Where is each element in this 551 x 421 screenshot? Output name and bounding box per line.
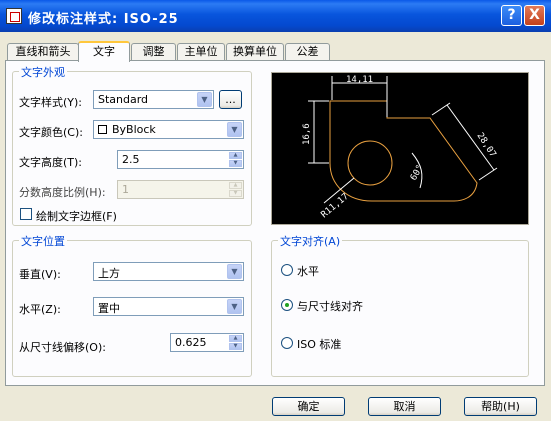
offset-spinner[interactable]: ▲ ▼	[229, 335, 242, 350]
dim-angle-text: 60°	[409, 163, 426, 182]
browse-text-style-button[interactable]: ...	[219, 90, 242, 109]
text-style-label: 文字样式(Y):	[19, 96, 83, 109]
vertical-select[interactable]: 上方 ▼	[93, 262, 244, 281]
text-placement-title: 文字位置	[19, 233, 67, 249]
fraction-scale-value: 1	[122, 183, 129, 196]
vertical-label: 垂直(V):	[19, 268, 61, 281]
tab-lines-arrows[interactable]: 直线和箭头	[7, 43, 79, 60]
tab-alternate-units[interactable]: 换算单位	[226, 43, 284, 60]
dim-right-text: 28,07	[474, 131, 497, 159]
tab-tolerances[interactable]: 公差	[285, 43, 330, 60]
tab-text[interactable]: 文字	[78, 41, 130, 62]
text-appearance-title: 文字外观	[19, 64, 67, 80]
help-icon[interactable]: ?	[501, 5, 522, 26]
text-color-label: 文字颜色(C):	[19, 126, 83, 139]
cancel-button[interactable]: 取消	[368, 397, 441, 416]
text-height-input[interactable]: 2.5 ▲ ▼	[117, 150, 244, 169]
horizontal-value: 置中	[98, 302, 120, 315]
text-alignment-title: 文字对齐(A)	[278, 233, 343, 249]
draw-frame-label[interactable]: 绘制文字边框(F)	[36, 208, 117, 224]
text-height-spinner[interactable]: ▲ ▼	[229, 152, 242, 167]
tab-primary-units[interactable]: 主单位	[177, 43, 225, 60]
tab-fit[interactable]: 调整	[131, 43, 176, 60]
horizontal-select[interactable]: 置中 ▼	[93, 297, 244, 316]
align-horizontal-radio[interactable]	[281, 264, 293, 276]
chevron-down-icon[interactable]: ▼	[227, 264, 242, 279]
align-with-dimline-radio[interactable]	[281, 299, 293, 311]
draw-frame-checkbox[interactable]	[20, 208, 32, 220]
ok-button[interactable]: 确定	[272, 397, 345, 416]
chevron-down-icon[interactable]: ▼	[197, 92, 212, 107]
title-bar[interactable]: 修改标注样式: ISO-25 ? X	[0, 0, 551, 32]
text-height-label: 文字高度(T):	[19, 156, 83, 169]
align-horizontal-label[interactable]: 水平	[297, 263, 319, 279]
vertical-value: 上方	[98, 267, 120, 280]
dim-top-text: 14,11	[346, 75, 373, 85]
text-style-select[interactable]: Standard ▼	[93, 90, 214, 109]
align-iso-label[interactable]: ISO 标准	[297, 336, 341, 352]
text-style-value: Standard	[98, 93, 149, 106]
align-iso-radio[interactable]	[281, 337, 293, 349]
chevron-down-icon[interactable]: ▼	[227, 299, 242, 314]
offset-value: 0.625	[175, 336, 207, 349]
window-title: 修改标注样式: ISO-25	[28, 12, 179, 27]
app-icon	[6, 8, 22, 24]
offset-label: 从尺寸线偏移(O):	[19, 341, 106, 354]
fraction-scale-spinner: ▲ ▼	[229, 182, 242, 197]
dimension-preview: 14,11 16,6 28,07 60° R11,17	[271, 72, 529, 225]
dim-left-text: 16,6	[302, 123, 312, 145]
align-with-dimline-label[interactable]: 与尺寸线对齐	[297, 298, 363, 314]
text-color-value: ByBlock	[112, 123, 156, 136]
fraction-scale-input: 1 ▲ ▼	[117, 180, 244, 199]
offset-input[interactable]: 0.625 ▲ ▼	[170, 333, 244, 352]
chevron-down-icon[interactable]: ▼	[227, 122, 242, 137]
help-button[interactable]: 帮助(H)	[464, 397, 537, 416]
fraction-scale-label: 分数高度比例(H):	[19, 186, 106, 199]
text-height-value: 2.5	[122, 153, 140, 166]
color-swatch	[98, 125, 107, 134]
close-icon[interactable]: X	[524, 5, 545, 26]
horizontal-label: 水平(Z):	[19, 303, 61, 316]
text-color-select[interactable]: ByBlock ▼	[93, 120, 244, 139]
dim-radius-text: R11,17	[320, 192, 351, 221]
